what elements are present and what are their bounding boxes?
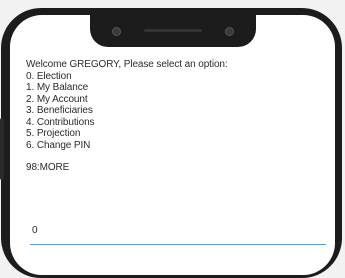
menu-option-election: 0. Election: [26, 70, 72, 82]
menu-option-more: 98:MORE: [26, 162, 70, 173]
ussd-dialog: Welcome GREGORY, Please select an option…: [26, 59, 326, 174]
phone-notch: [90, 15, 256, 47]
response-input-value: 0: [32, 225, 38, 236]
menu-option-beneficiaries: 3. Beneficiaries: [26, 105, 93, 116]
phone-side-button: [0, 118, 4, 180]
menu-option-projection: 5. Projection: [26, 128, 81, 139]
menu-option-change-pin: 6. Change PIN: [26, 139, 91, 151]
menu-option-my-balance: 1. My Balance: [26, 82, 89, 93]
proximity-sensor-icon: [225, 27, 234, 36]
earpiece-speaker: [144, 29, 202, 32]
front-camera-icon: [112, 27, 121, 36]
menu-option-my-account: 2. My Account: [26, 93, 88, 105]
response-input[interactable]: 0: [30, 222, 326, 245]
menu-option-contributions: 4. Contributions: [26, 116, 95, 128]
welcome-message: Welcome GREGORY, Please select an option…: [26, 59, 228, 70]
